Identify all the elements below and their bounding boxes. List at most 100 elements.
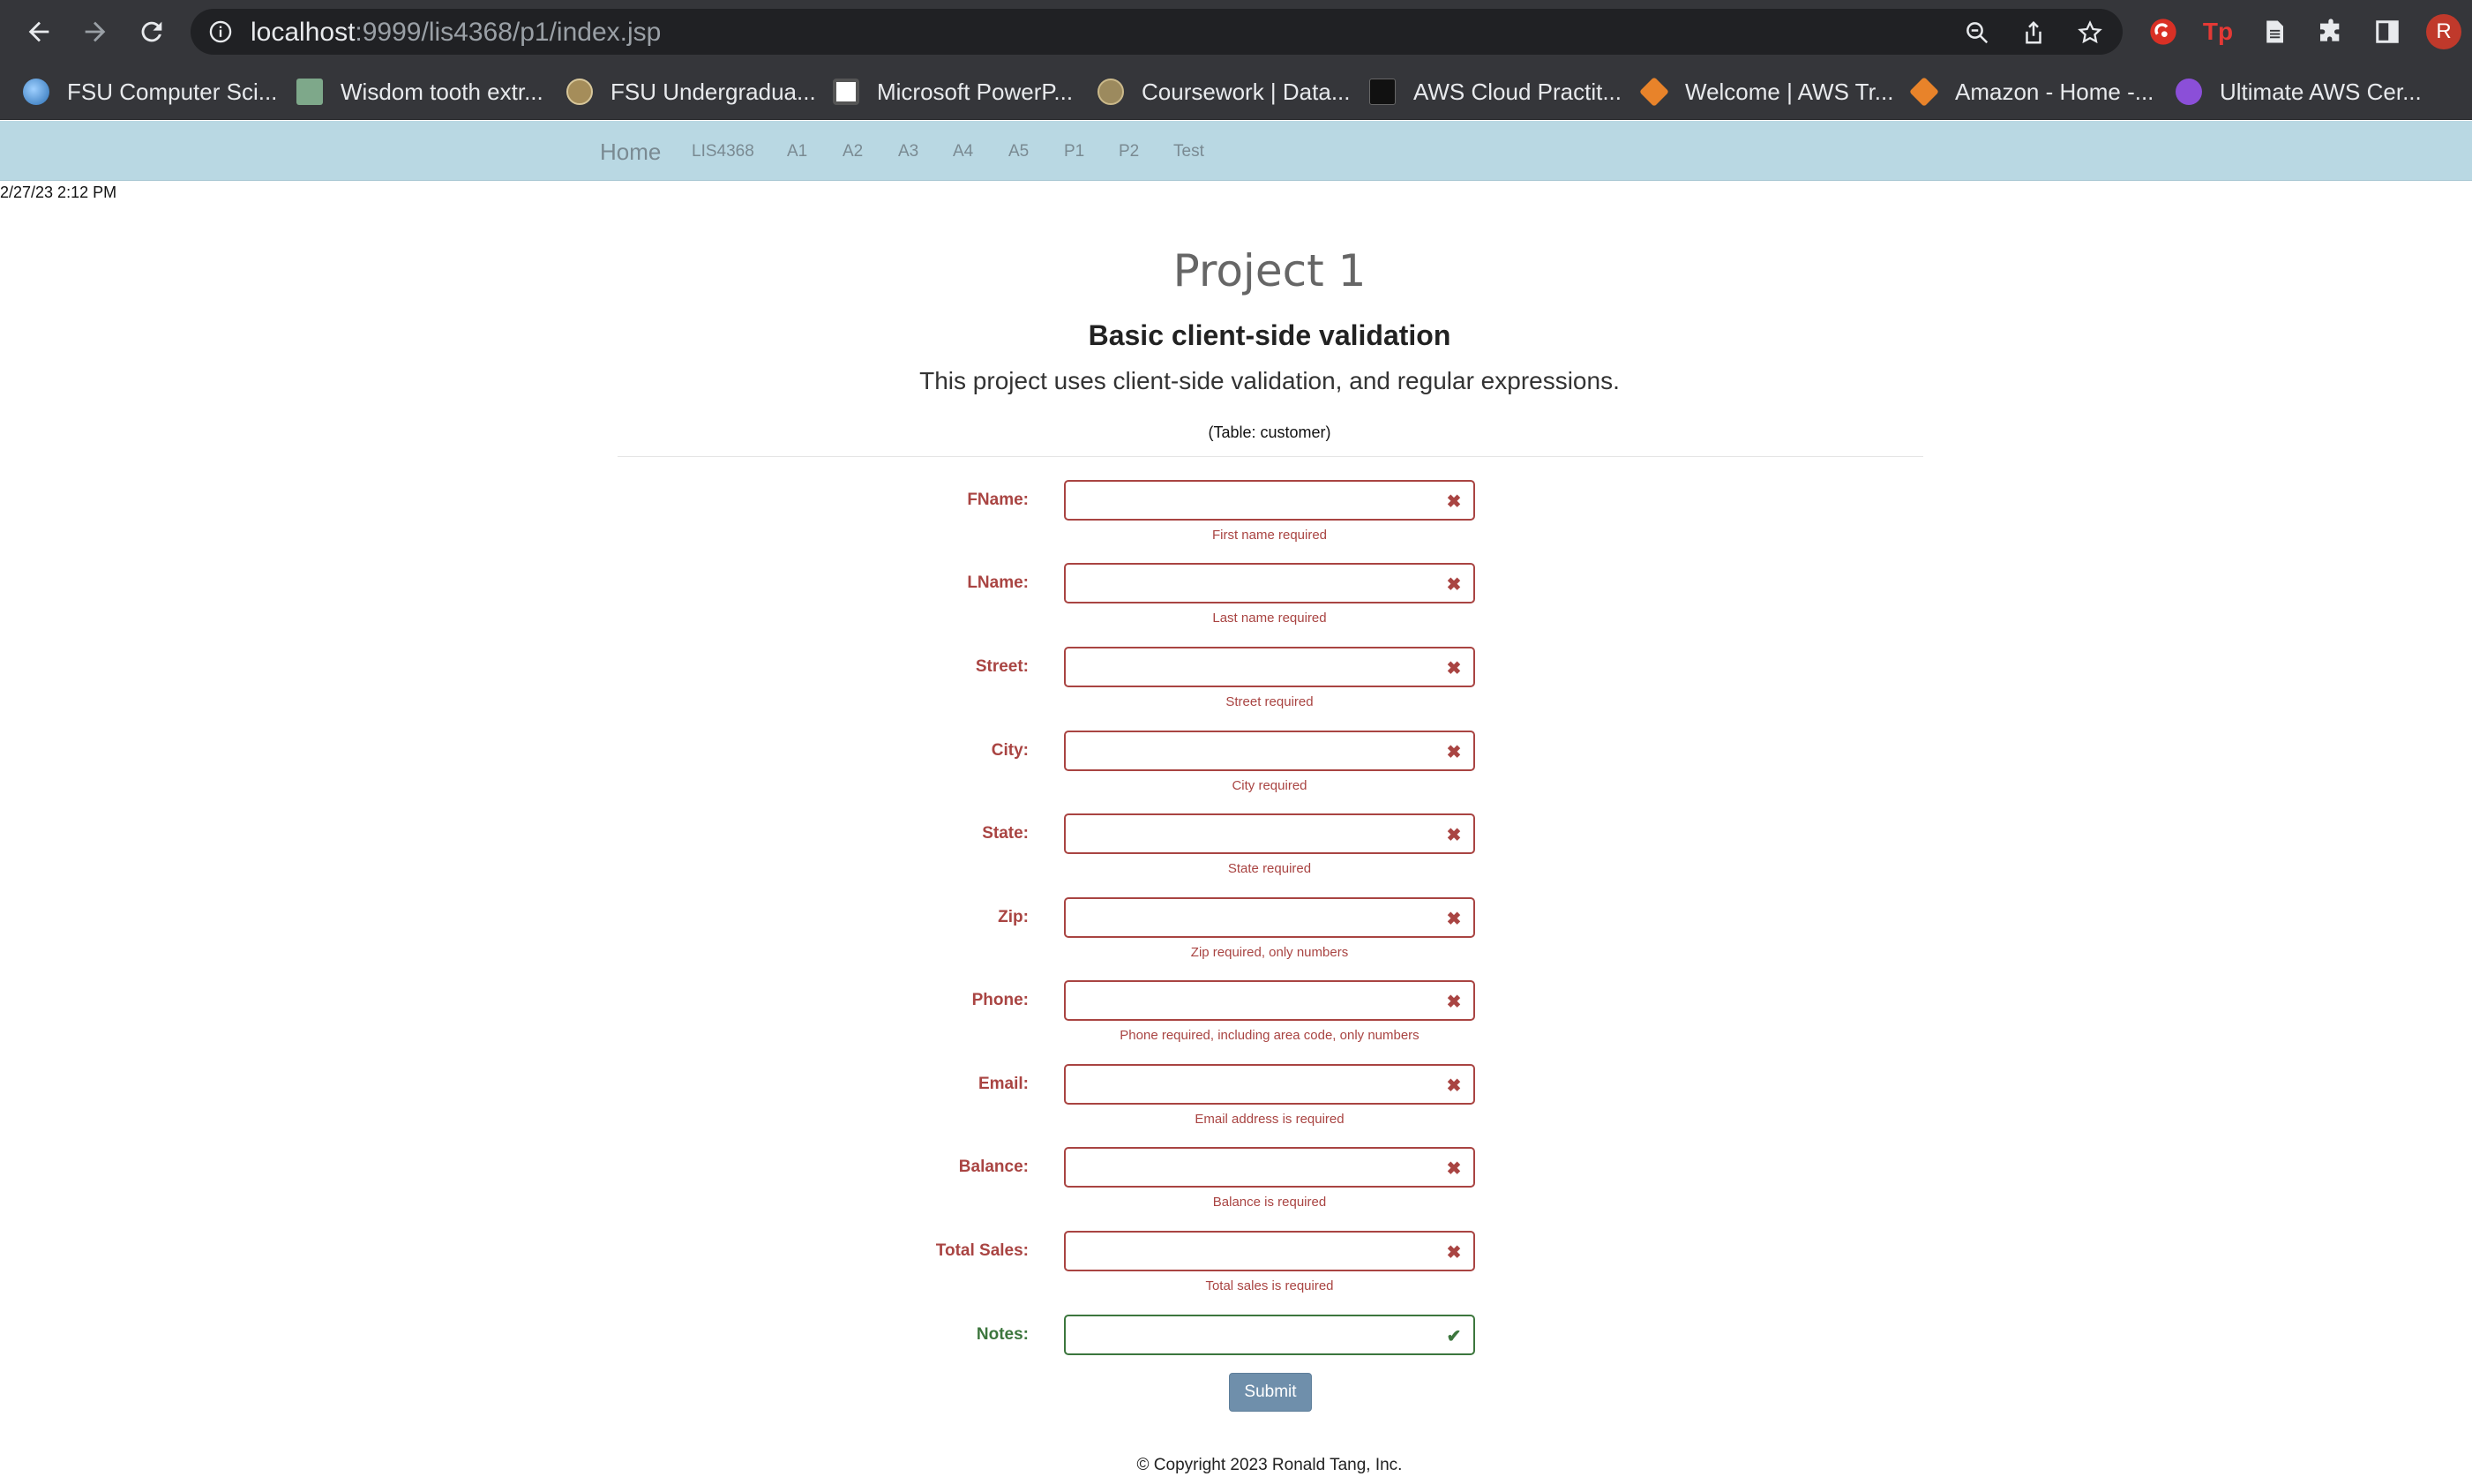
phone-input[interactable] <box>1066 982 1473 1019</box>
street-input[interactable] <box>1066 648 1473 686</box>
fname-input[interactable] <box>1066 482 1473 519</box>
state-input[interactable] <box>1066 815 1473 852</box>
bookmark-item[interactable]: Wisdom tooth extr... <box>296 76 543 108</box>
fname-label: FName: <box>967 491 1029 509</box>
zip-group: Zip: ✖ Zip required, only numbers <box>0 897 2472 981</box>
bookmark-label: Amazon - Home -... <box>1955 78 2154 105</box>
reload-icon <box>141 21 162 42</box>
lname-input[interactable] <box>1066 565 1473 602</box>
error-x-icon: ✖ <box>1446 909 1462 929</box>
aws-cube-icon <box>1639 77 1669 107</box>
url-text: localhost:9999/lis4368/p1/index.jsp <box>251 18 661 48</box>
error-x-icon: ✖ <box>1446 742 1462 762</box>
bookmark-item[interactable]: Amazon - Home -... <box>1909 76 2154 108</box>
share-icon[interactable] <box>2020 19 2047 46</box>
back-arrow-icon <box>28 21 49 42</box>
nav-link-p2[interactable]: P2 <box>1119 142 1139 161</box>
bookmark-item[interactable]: FSU Undergradua... <box>566 76 816 108</box>
nav-link-p1[interactable]: P1 <box>1064 142 1084 161</box>
bookmark-label: Welcome | AWS Tr... <box>1685 78 1894 105</box>
phone-help: Phone required, including area code, onl… <box>1120 1028 1420 1043</box>
bookmark-star-icon[interactable] <box>2077 19 2103 46</box>
total-sales-label: Total Sales: <box>935 1241 1029 1260</box>
bookmark-label: Coursework | Data... <box>1142 78 1351 105</box>
bookmark-item[interactable]: Microsoft PowerP... <box>833 76 1073 108</box>
info-icon[interactable] <box>208 19 233 44</box>
bookmark-item[interactable]: Ultimate AWS Cer... <box>2176 76 2422 108</box>
url-path: :9999/lis4368/p1/index.jsp <box>355 18 662 47</box>
total-sales-group: Total Sales: ✖ Total sales is required <box>0 1231 2472 1315</box>
balance-help: Balance is required <box>1212 1195 1327 1210</box>
fsu-seal-icon <box>1097 79 1124 105</box>
bookmark-item[interactable]: AWS Cloud Practit... <box>1369 76 1622 108</box>
nav-link-a1[interactable]: A1 <box>787 142 807 161</box>
bookmarks-bar: FSU Computer Sci... Wisdom tooth extr...… <box>0 64 2472 120</box>
table-note: (Table: customer) <box>1208 423 1331 441</box>
email-field-box: ✖ <box>1064 1064 1475 1105</box>
forward-button[interactable] <box>78 14 113 49</box>
fname-group: FName: ✖ First name required <box>0 480 2472 564</box>
nav-home-link[interactable]: Home <box>600 139 661 166</box>
success-check-icon: ✔ <box>1446 1326 1462 1346</box>
error-x-icon: ✖ <box>1446 574 1462 595</box>
powerpoint-site-icon <box>833 79 859 105</box>
page-subtitle: Basic client-side validation <box>1088 319 1451 351</box>
bookmark-item[interactable]: FSU Computer Sci... <box>23 76 277 108</box>
submit-button[interactable]: Submit <box>1229 1373 1312 1412</box>
bookmark-label: Wisdom tooth extr... <box>341 78 543 105</box>
balance-group: Balance: ✖ Balance is required <box>0 1147 2472 1231</box>
address-bar[interactable]: localhost:9999/lis4368/p1/index.jsp <box>191 9 2123 55</box>
error-x-icon: ✖ <box>1446 491 1462 512</box>
city-input[interactable] <box>1066 732 1473 769</box>
red-circle-extension-icon[interactable] <box>2147 16 2179 48</box>
lname-field-box: ✖ <box>1064 563 1475 603</box>
street-label: Street: <box>975 657 1029 676</box>
email-help: Email address is required <box>1195 1112 1345 1127</box>
page-title: Project 1 <box>1172 245 1367 296</box>
bookmark-item[interactable]: Welcome | AWS Tr... <box>1639 76 1894 108</box>
bookmark-label: Microsoft PowerP... <box>877 78 1074 105</box>
notes-field-box: ✔ <box>1064 1315 1475 1355</box>
state-help: State required <box>1227 861 1312 876</box>
reload-button[interactable] <box>134 14 169 49</box>
zip-help: Zip required, only numbers <box>1190 945 1349 960</box>
email-input[interactable] <box>1066 1066 1473 1103</box>
document-icon[interactable] <box>2259 16 2290 48</box>
state-field-box: ✖ <box>1064 813 1475 854</box>
nav-link-a3[interactable]: A3 <box>898 142 918 161</box>
nav-link-a5[interactable]: A5 <box>1008 142 1029 161</box>
profile-avatar[interactable]: R <box>2426 14 2461 49</box>
total-sales-help: Total sales is required <box>1205 1278 1334 1293</box>
street-help: Street required <box>1225 694 1314 709</box>
zip-input[interactable] <box>1066 899 1473 936</box>
zip-field-box: ✖ <box>1064 897 1475 938</box>
phone-label: Phone: <box>971 991 1029 1009</box>
tp-extension-icon[interactable]: Tp <box>2202 16 2234 48</box>
page-lead: This project uses client-side validation… <box>919 367 1620 394</box>
error-x-icon: ✖ <box>1446 1076 1462 1096</box>
error-x-icon: ✖ <box>1446 1242 1462 1263</box>
back-button[interactable] <box>21 14 56 49</box>
total-sales-field-box: ✖ <box>1064 1231 1475 1271</box>
total-sales-input[interactable] <box>1066 1233 1473 1270</box>
puzzle-icon[interactable] <box>2315 16 2347 48</box>
site-navbar: Home LIS4368 A1 A2 A3 A4 A5 P1 P2 Test <box>0 121 2472 181</box>
nav-link-lis4368[interactable]: LIS4368 <box>692 142 754 161</box>
zoom-icon[interactable] <box>1964 19 1990 46</box>
timestamp: 2/27/23 2:12 PM <box>0 184 117 201</box>
notes-input[interactable] <box>1066 1316 1473 1353</box>
city-label: City: <box>991 741 1029 760</box>
sidebar-icon[interactable] <box>2371 16 2403 48</box>
error-x-icon: ✖ <box>1446 825 1462 845</box>
bookmark-item[interactable]: Coursework | Data... <box>1097 76 1351 108</box>
nav-link-a4[interactable]: A4 <box>953 142 973 161</box>
lname-label: LName: <box>967 573 1029 592</box>
city-help: City required <box>1232 778 1307 793</box>
copyright-footer: © Copyright 2023 Ronald Tang, Inc. <box>1136 1456 1403 1474</box>
udemy-icon <box>2176 79 2202 105</box>
city-group: City: ✖ City required <box>0 731 2472 814</box>
nav-link-a2[interactable]: A2 <box>843 142 863 161</box>
nav-link-test[interactable]: Test <box>1173 142 1204 161</box>
fsu-seal-icon <box>566 79 593 105</box>
balance-input[interactable] <box>1066 1149 1473 1186</box>
